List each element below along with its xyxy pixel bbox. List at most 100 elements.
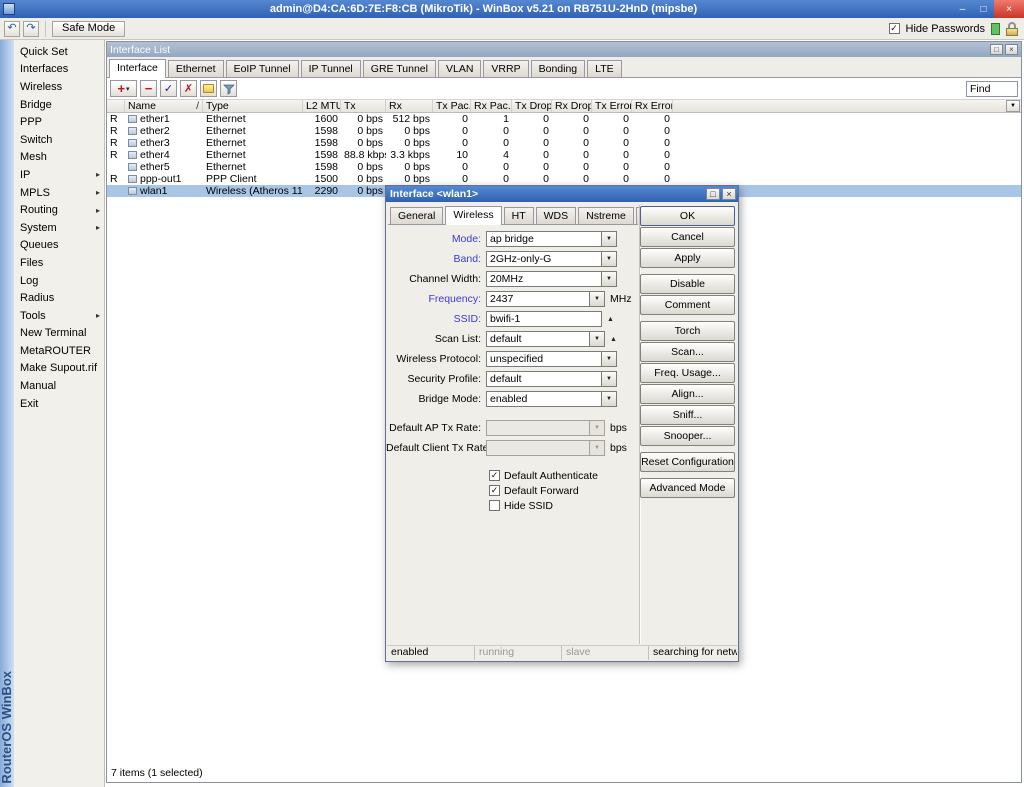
mode-input[interactable]: ap bridge (486, 231, 602, 247)
disable-button[interactable]: ✗ (180, 80, 197, 97)
dialog-close-icon[interactable]: × (722, 188, 736, 200)
maximize-button[interactable]: □ (973, 0, 994, 18)
tab-interface[interactable]: Interface (109, 59, 166, 78)
column-header-rx-pac[interactable]: Rx Pac... (471, 100, 512, 112)
tab-ethernet[interactable]: Ethernet (168, 60, 224, 77)
security-profile-input[interactable]: default (486, 371, 602, 387)
default-forward-checkbox[interactable]: ✓ (489, 485, 500, 496)
safe-mode-button[interactable]: Safe Mode (52, 21, 125, 37)
table-row[interactable]: Rether3Ethernet15980 bps0 bps000000 (107, 137, 1021, 149)
dialog-tab-wireless[interactable]: Wireless (445, 206, 501, 225)
tab-eoip-tunnel[interactable]: EoIP Tunnel (226, 60, 299, 77)
column-header-tx-pac[interactable]: Tx Pac... (433, 100, 471, 112)
close-button[interactable]: × (994, 0, 1024, 18)
sidebar-item-quick-set[interactable]: Quick Set (14, 43, 104, 61)
scan-list-input[interactable]: default (486, 331, 590, 347)
dropdown-arrow-icon[interactable]: ▼ (590, 331, 605, 347)
sidebar-item-interfaces[interactable]: Interfaces (14, 61, 104, 79)
scan-button[interactable]: Scan... (640, 342, 735, 362)
dialog-tab-ht[interactable]: HT (504, 207, 534, 224)
sidebar-item-manual[interactable]: Manual (14, 377, 104, 395)
undo-icon[interactable]: ↶ (4, 21, 20, 37)
sidebar-item-files[interactable]: Files (14, 254, 104, 272)
find-box[interactable]: Find (966, 81, 1018, 97)
dialog-tab-nstreme[interactable]: Nstreme (578, 207, 634, 224)
restore-icon[interactable]: □ (990, 44, 1003, 55)
cancel-button[interactable]: Cancel (640, 227, 735, 247)
sidebar-item-log[interactable]: Log (14, 272, 104, 290)
dialog-tab-wds[interactable]: WDS (536, 207, 577, 224)
align-button[interactable]: Align... (640, 384, 735, 404)
sidebar-item-mpls[interactable]: MPLS▸ (14, 184, 104, 202)
dropdown-arrow-icon[interactable]: ▼ (602, 391, 617, 407)
dialog-restore-icon[interactable]: □ (706, 188, 720, 200)
collapse-arrow-icon[interactable]: ▲ (610, 336, 617, 343)
sidebar-item-ip[interactable]: IP▸ (14, 166, 104, 184)
sidebar-item-radius[interactable]: Radius (14, 289, 104, 307)
sidebar-item-routing[interactable]: Routing▸ (14, 201, 104, 219)
redo-icon[interactable]: ↷ (23, 21, 39, 37)
tab-vlan[interactable]: VLAN (438, 60, 481, 77)
sidebar-item-wireless[interactable]: Wireless (14, 78, 104, 96)
frequency-input[interactable]: 2437 (486, 291, 590, 307)
disable-button[interactable]: Disable (640, 274, 735, 294)
table-row[interactable]: Rppp-out1PPP Client15000 bps0 bps000000 (107, 173, 1021, 185)
dropdown-arrow-icon[interactable]: ▼ (602, 271, 617, 287)
column-header-type[interactable]: Type (203, 100, 303, 112)
sidebar-item-switch[interactable]: Switch (14, 131, 104, 149)
column-header-rx-drops[interactable]: Rx Drops (552, 100, 592, 112)
channel-width-input[interactable]: 20MHz (486, 271, 602, 287)
dropdown-arrow-icon[interactable]: ▼ (602, 231, 617, 247)
dropdown-arrow-icon[interactable]: ▼ (602, 371, 617, 387)
sidebar-item-metarouter[interactable]: MetaROUTER (14, 342, 104, 360)
hide-passwords-checkbox[interactable]: ✓ (889, 23, 900, 34)
table-row[interactable]: ether5Ethernet15980 bps0 bps000000 (107, 161, 1021, 173)
tab-gre-tunnel[interactable]: GRE Tunnel (363, 60, 436, 77)
reset-configuration-button[interactable]: Reset Configuration (640, 452, 735, 472)
sidebar-item-mesh[interactable]: Mesh (14, 149, 104, 167)
tab-ip-tunnel[interactable]: IP Tunnel (301, 60, 361, 77)
filter-button[interactable] (220, 80, 237, 97)
sidebar-item-system[interactable]: System▸ (14, 219, 104, 237)
add-button[interactable]: + ▾ (110, 80, 137, 97)
sidebar-item-new-terminal[interactable]: New Terminal (14, 325, 104, 343)
column-header-rx[interactable]: Rx (386, 100, 433, 112)
apply-button[interactable]: Apply (640, 248, 735, 268)
table-row[interactable]: Rether4Ethernet159888.8 kbps3.3 kbps1040… (107, 149, 1021, 161)
sidebar-item-tools[interactable]: Tools▸ (14, 307, 104, 325)
close-icon[interactable]: × (1005, 44, 1018, 55)
dialog-tab-general[interactable]: General (390, 207, 443, 224)
dropdown-arrow-icon[interactable]: ▼ (590, 291, 605, 307)
enable-button[interactable]: ✓ (160, 80, 177, 97)
column-header-tx-errors[interactable]: Tx Errors (592, 100, 632, 112)
sniff-button[interactable]: Sniff... (640, 405, 735, 425)
sidebar-item-ppp[interactable]: PPP (14, 113, 104, 131)
column-header-rx-errors[interactable]: Rx Errors (632, 100, 673, 112)
ok-button[interactable]: OK (640, 206, 735, 226)
comment-button[interactable]: Comment (640, 295, 735, 315)
sidebar-item-exit[interactable]: Exit (14, 395, 104, 413)
sidebar-item-bridge[interactable]: Bridge (14, 96, 104, 114)
wireless-protocol-input[interactable]: unspecified (486, 351, 602, 367)
table-row[interactable]: Rether1Ethernet16000 bps512 bps010000 (107, 113, 1021, 125)
table-row[interactable]: Rether2Ethernet15980 bps0 bps000000 (107, 125, 1021, 137)
dropdown-arrow-icon[interactable]: ▼ (602, 251, 617, 267)
column-picker-icon[interactable]: ▼ (1006, 100, 1020, 112)
column-header-flag[interactable] (107, 100, 125, 112)
column-header-tx-drops[interactable]: Tx Drops (512, 100, 552, 112)
column-header-tx[interactable]: Tx (341, 100, 386, 112)
column-header-l2-mtu[interactable]: L2 MTU (303, 100, 341, 112)
advanced-mode-button[interactable]: Advanced Mode (640, 478, 735, 498)
dropdown-arrow-icon[interactable]: ▼ (602, 351, 617, 367)
sidebar-item-queues[interactable]: Queues (14, 237, 104, 255)
tab-lte[interactable]: LTE (587, 60, 621, 77)
snooper-button[interactable]: Snooper... (640, 426, 735, 446)
sidebar-item-make-supout-rif[interactable]: Make Supout.rif (14, 360, 104, 378)
collapse-arrow-icon[interactable]: ▲ (607, 316, 614, 323)
column-header-name[interactable]: Name/ (125, 100, 203, 112)
tab-bonding[interactable]: Bonding (531, 60, 586, 77)
comment-button[interactable] (200, 80, 217, 97)
bridge-mode-input[interactable]: enabled (486, 391, 602, 407)
hide-ssid-checkbox[interactable] (489, 500, 500, 511)
freq-usage-button[interactable]: Freq. Usage... (640, 363, 735, 383)
